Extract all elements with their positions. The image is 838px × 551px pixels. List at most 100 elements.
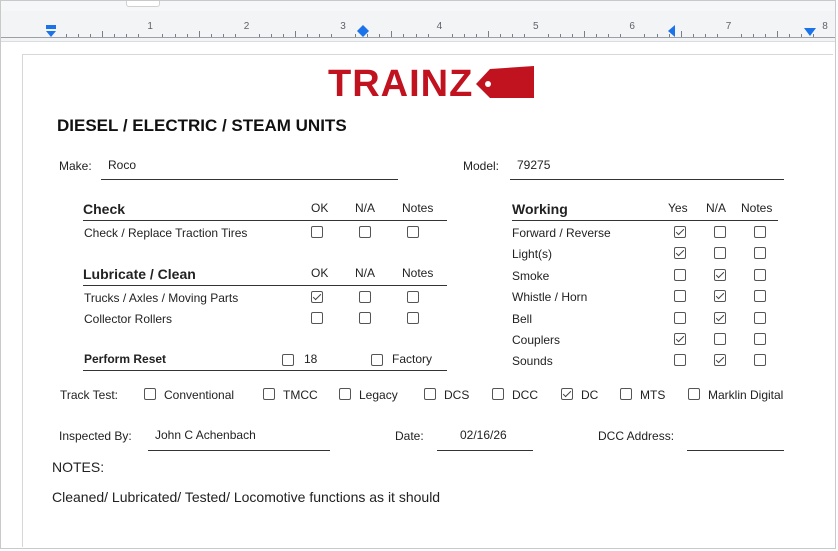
- working-notes-checkbox[interactable]: [754, 354, 766, 367]
- lubricate-trucks-notes-checkbox[interactable]: [407, 291, 419, 303]
- working-heading: Working: [512, 201, 568, 217]
- ruler-tick: [138, 34, 140, 37]
- working-yes-checkbox[interactable]: [674, 333, 686, 345]
- ruler-tick: [198, 31, 200, 37]
- ruler-tick: [656, 34, 658, 37]
- make-label: Make:: [59, 159, 92, 173]
- ruler-tick: [114, 34, 116, 37]
- working-col-yes: Yes: [668, 201, 688, 215]
- ruler-number: 4: [436, 21, 443, 32]
- inspected-by-line: [148, 450, 330, 451]
- ruler-tick: [379, 34, 381, 37]
- working-na-checkbox[interactable]: [714, 247, 726, 260]
- track-test-checkbox[interactable]: [144, 388, 156, 400]
- ruler-tick: [560, 34, 562, 37]
- track-test-option-label: DCS: [444, 388, 470, 402]
- inspected-by-label: Inspected By:: [59, 429, 132, 443]
- track-test-option-label: Conventional: [164, 388, 235, 402]
- ruler-tick: [186, 34, 188, 37]
- left-indent-marker-icon[interactable]: [45, 25, 57, 39]
- track-test-checkbox[interactable]: [424, 388, 436, 400]
- working-notes-checkbox[interactable]: [754, 268, 766, 281]
- working-notes-checkbox[interactable]: [754, 247, 766, 260]
- working-yes-checkbox[interactable]: [674, 226, 686, 238]
- working-na-checkbox[interactable]: [714, 354, 726, 367]
- ruler-number: 3: [340, 21, 346, 32]
- ruler-tick: [174, 34, 176, 37]
- model-value[interactable]: 79275: [517, 158, 550, 172]
- track-test-checkbox[interactable]: [620, 388, 632, 400]
- right-indent-marker-icon[interactable]: [803, 27, 817, 37]
- ruler-tick: [608, 34, 610, 37]
- ruler-number: 5: [533, 21, 539, 32]
- ruler-tick: [66, 34, 68, 37]
- ruler-tick: [584, 31, 586, 37]
- reset-18-checkbox[interactable]: [282, 354, 294, 366]
- working-na-checkbox[interactable]: [714, 290, 726, 303]
- check-heading: Check: [83, 201, 126, 217]
- ruler-tick: [403, 34, 405, 37]
- track-test-checkbox[interactable]: [339, 388, 351, 400]
- working-notes-checkbox[interactable]: [754, 290, 766, 303]
- track-test-checkbox[interactable]: [492, 388, 504, 400]
- lubricate-rollers-notes-checkbox[interactable]: [407, 312, 419, 324]
- ruler-tick: [415, 34, 417, 37]
- trainz-logo: TRAINZ: [328, 63, 548, 107]
- reset-heading: Perform Reset: [84, 352, 167, 366]
- ruler-tick: [234, 34, 236, 37]
- track-test-checkbox[interactable]: [263, 388, 275, 400]
- check-tires-ok-checkbox[interactable]: [311, 226, 323, 238]
- check-row-label: Check / Replace Traction Tires: [84, 226, 248, 240]
- ruler-tick: [90, 34, 92, 37]
- track-test-option-label: MTS: [640, 388, 666, 402]
- check-col-na: N/A: [355, 201, 376, 215]
- ruler-tick: [511, 34, 513, 37]
- document-page[interactable]: TRAINZ DIESEL / ELECTRIC / STEAM UNITS M…: [22, 54, 833, 547]
- working-col-na: N/A: [706, 201, 727, 215]
- working-yes-checkbox[interactable]: [674, 290, 686, 303]
- ruler-tick: [282, 34, 284, 37]
- working-na-checkbox[interactable]: [714, 333, 726, 345]
- ruler-tick: [680, 31, 682, 37]
- inspected-by-value[interactable]: John C Achenbach: [155, 428, 256, 442]
- track-test-checkbox[interactable]: [688, 388, 700, 400]
- working-col-notes: Notes: [741, 201, 773, 215]
- ruler-tick: [222, 34, 224, 37]
- lubricate-trucks-na-checkbox[interactable]: [359, 291, 371, 303]
- ruler-tick: [210, 34, 212, 37]
- track-test-option-label: TMCC: [283, 388, 318, 402]
- working-notes-checkbox[interactable]: [754, 333, 766, 345]
- tab-handle[interactable]: [126, 1, 160, 7]
- lubricate-rollers-na-checkbox[interactable]: [359, 312, 371, 324]
- tab-stop-left-icon[interactable]: [667, 25, 677, 37]
- working-notes-checkbox[interactable]: [754, 226, 766, 238]
- working-yes-checkbox[interactable]: [674, 311, 686, 324]
- working-yes-checkbox[interactable]: [674, 247, 686, 260]
- working-yes-checkbox[interactable]: [674, 354, 686, 367]
- ruler-tick: [258, 34, 260, 37]
- check-col-ok: OK: [311, 201, 329, 215]
- lubricate-trucks-ok-checkbox[interactable]: [311, 291, 323, 303]
- track-test-checkbox[interactable]: [561, 388, 573, 400]
- working-notes-checkbox[interactable]: [754, 311, 766, 324]
- working-na-checkbox[interactable]: [714, 311, 726, 324]
- check-tires-na-checkbox[interactable]: [359, 226, 371, 238]
- working-row-label: Forward / Reverse: [512, 226, 611, 240]
- working-na-checkbox[interactable]: [714, 268, 726, 281]
- make-value[interactable]: Roco: [108, 158, 136, 172]
- ruler-tick: [126, 34, 128, 37]
- ruler-tick: [319, 34, 321, 37]
- tab-stop-center-icon[interactable]: [357, 25, 369, 37]
- reset-factory-checkbox[interactable]: [371, 354, 383, 366]
- notes-text[interactable]: Cleaned/ Lubricated/ Tested/ Locomotive …: [52, 489, 440, 505]
- ruler-tick: [307, 34, 309, 37]
- check-tires-notes-checkbox[interactable]: [407, 226, 419, 238]
- lubricate-rollers-ok-checkbox[interactable]: [311, 312, 323, 324]
- date-value[interactable]: 02/16/26: [460, 428, 507, 442]
- ruler-tick: [801, 34, 803, 37]
- horizontal-ruler[interactable]: 1 2 3 4 5 6 7 8: [1, 11, 835, 42]
- working-yes-checkbox[interactable]: [674, 268, 686, 281]
- ruler-tick: [487, 31, 489, 37]
- ruler-tick: [331, 34, 333, 37]
- working-na-checkbox[interactable]: [714, 226, 726, 238]
